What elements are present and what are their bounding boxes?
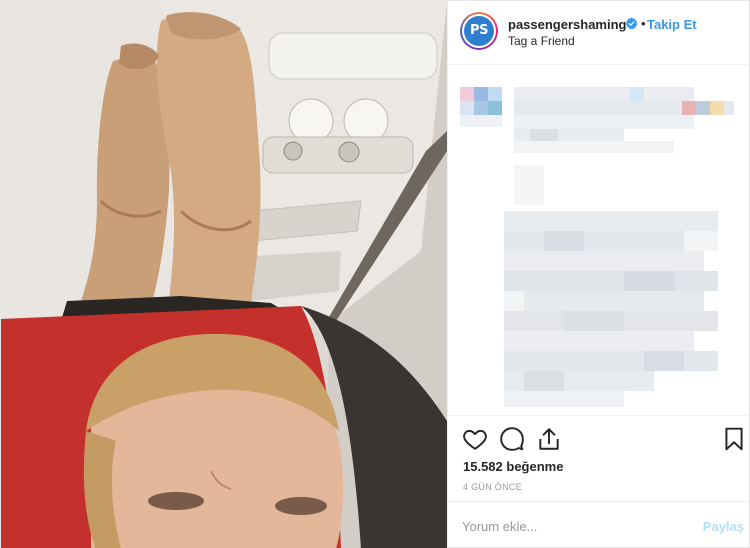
post-comment-button[interactable]: Paylaş (703, 519, 744, 534)
share-icon (539, 428, 559, 450)
post-timestamp[interactable]: 4 GÜN ÖNCE (463, 482, 522, 492)
verified-badge-icon (625, 17, 638, 30)
header-separator: • (641, 16, 646, 31)
comment-bar: Paylaş (448, 501, 750, 548)
photo-illustration (1, 1, 447, 548)
instagram-post: PS passengershaming • Takip Et Tag a Fri… (0, 0, 750, 548)
share-button[interactable] (536, 426, 562, 452)
post-sidebar: PS passengershaming • Takip Et Tag a Fri… (447, 1, 750, 548)
comment-input[interactable] (462, 514, 692, 538)
caption-blurred (448, 65, 750, 415)
avatar-logo: PS (464, 16, 494, 46)
account-avatar[interactable]: PS (460, 12, 498, 50)
post-header: PS passengershaming • Takip Et Tag a Fri… (448, 1, 750, 65)
save-button[interactable] (721, 426, 747, 452)
like-button[interactable] (462, 426, 488, 452)
post-photo[interactable] (1, 1, 447, 548)
follow-button[interactable]: Takip Et (647, 17, 697, 32)
post-location[interactable]: Tag a Friend (508, 34, 575, 48)
pixelated-caption-block (460, 87, 734, 407)
heart-icon (463, 429, 487, 450)
bookmark-icon (725, 427, 743, 451)
likes-count[interactable]: 15.582 beğenme (463, 459, 563, 474)
post-actions: 15.582 beğenme 4 GÜN ÖNCE (448, 415, 750, 501)
account-username[interactable]: passengershaming (508, 17, 627, 32)
comment-bubble-icon (500, 427, 524, 451)
comment-button[interactable] (499, 426, 525, 452)
